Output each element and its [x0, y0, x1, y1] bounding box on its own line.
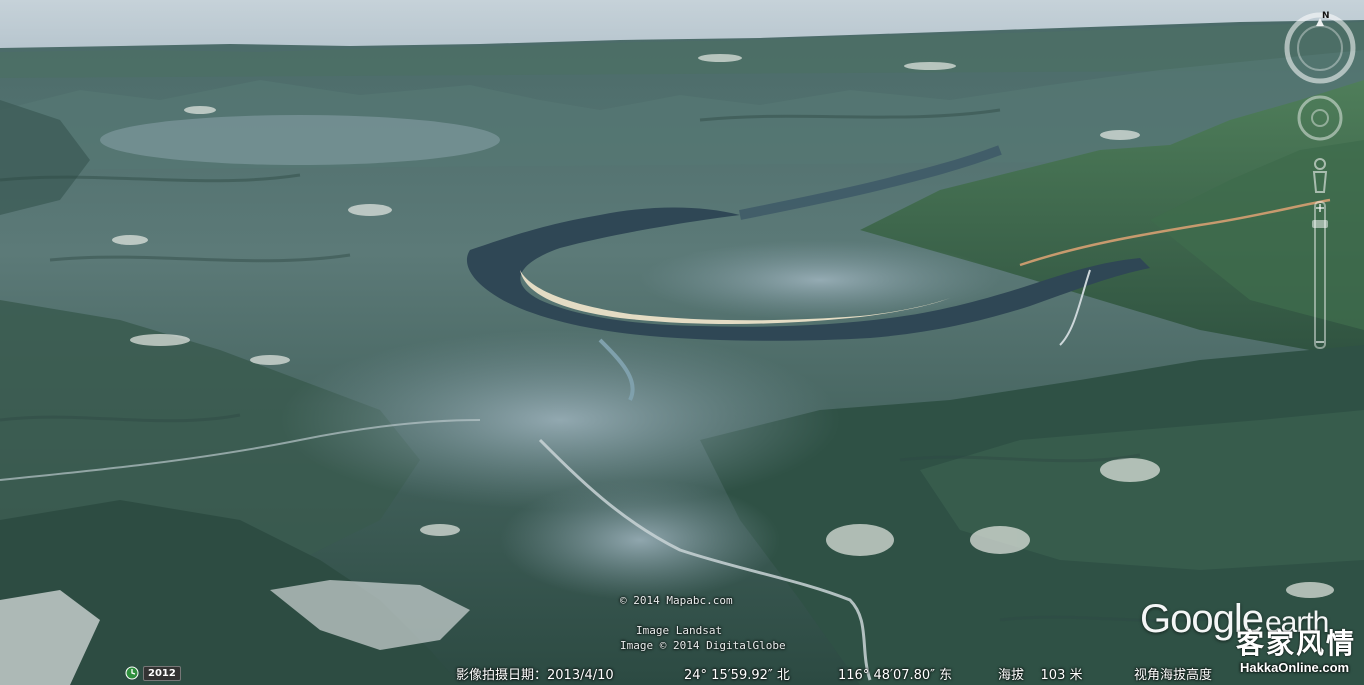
compass-ring-icon[interactable] [1284, 12, 1356, 84]
mapabc-credit: © 2014 Mapabc.com [620, 594, 733, 607]
eye-altitude-label: 视角海拔高度 [1134, 668, 1213, 683]
navigation-controls[interactable]: N [1282, 6, 1358, 351]
historical-imagery-control[interactable]: 2012 [125, 664, 181, 682]
landsat-credit: Image Landsat [636, 624, 723, 637]
imagery-year[interactable]: 2012 [143, 665, 181, 681]
look-joystick-icon[interactable] [1297, 95, 1343, 141]
clock-icon[interactable] [125, 666, 139, 680]
longitude-readout: 116° 48′07.80″ 东 [838, 668, 953, 683]
capture-date: 影像拍摄日期：2013/4/10 [456, 668, 614, 683]
town-area [280, 330, 840, 510]
compass-north-label: N [1322, 11, 1330, 21]
satellite-terrain-view[interactable] [0, 0, 1364, 685]
elevation-readout: 海拔 103 米 [998, 668, 1083, 683]
street-view-pegman-icon[interactable] [1312, 158, 1328, 193]
hakka-watermark-calligraphy: 客家风情 [1236, 627, 1357, 660]
zoom-slider-icon[interactable] [1312, 201, 1328, 349]
latitude-readout: 24° 15′59.92″ 北 [684, 668, 790, 683]
digitalglobe-credit: Image © 2014 DigitalGlobe [620, 639, 786, 652]
